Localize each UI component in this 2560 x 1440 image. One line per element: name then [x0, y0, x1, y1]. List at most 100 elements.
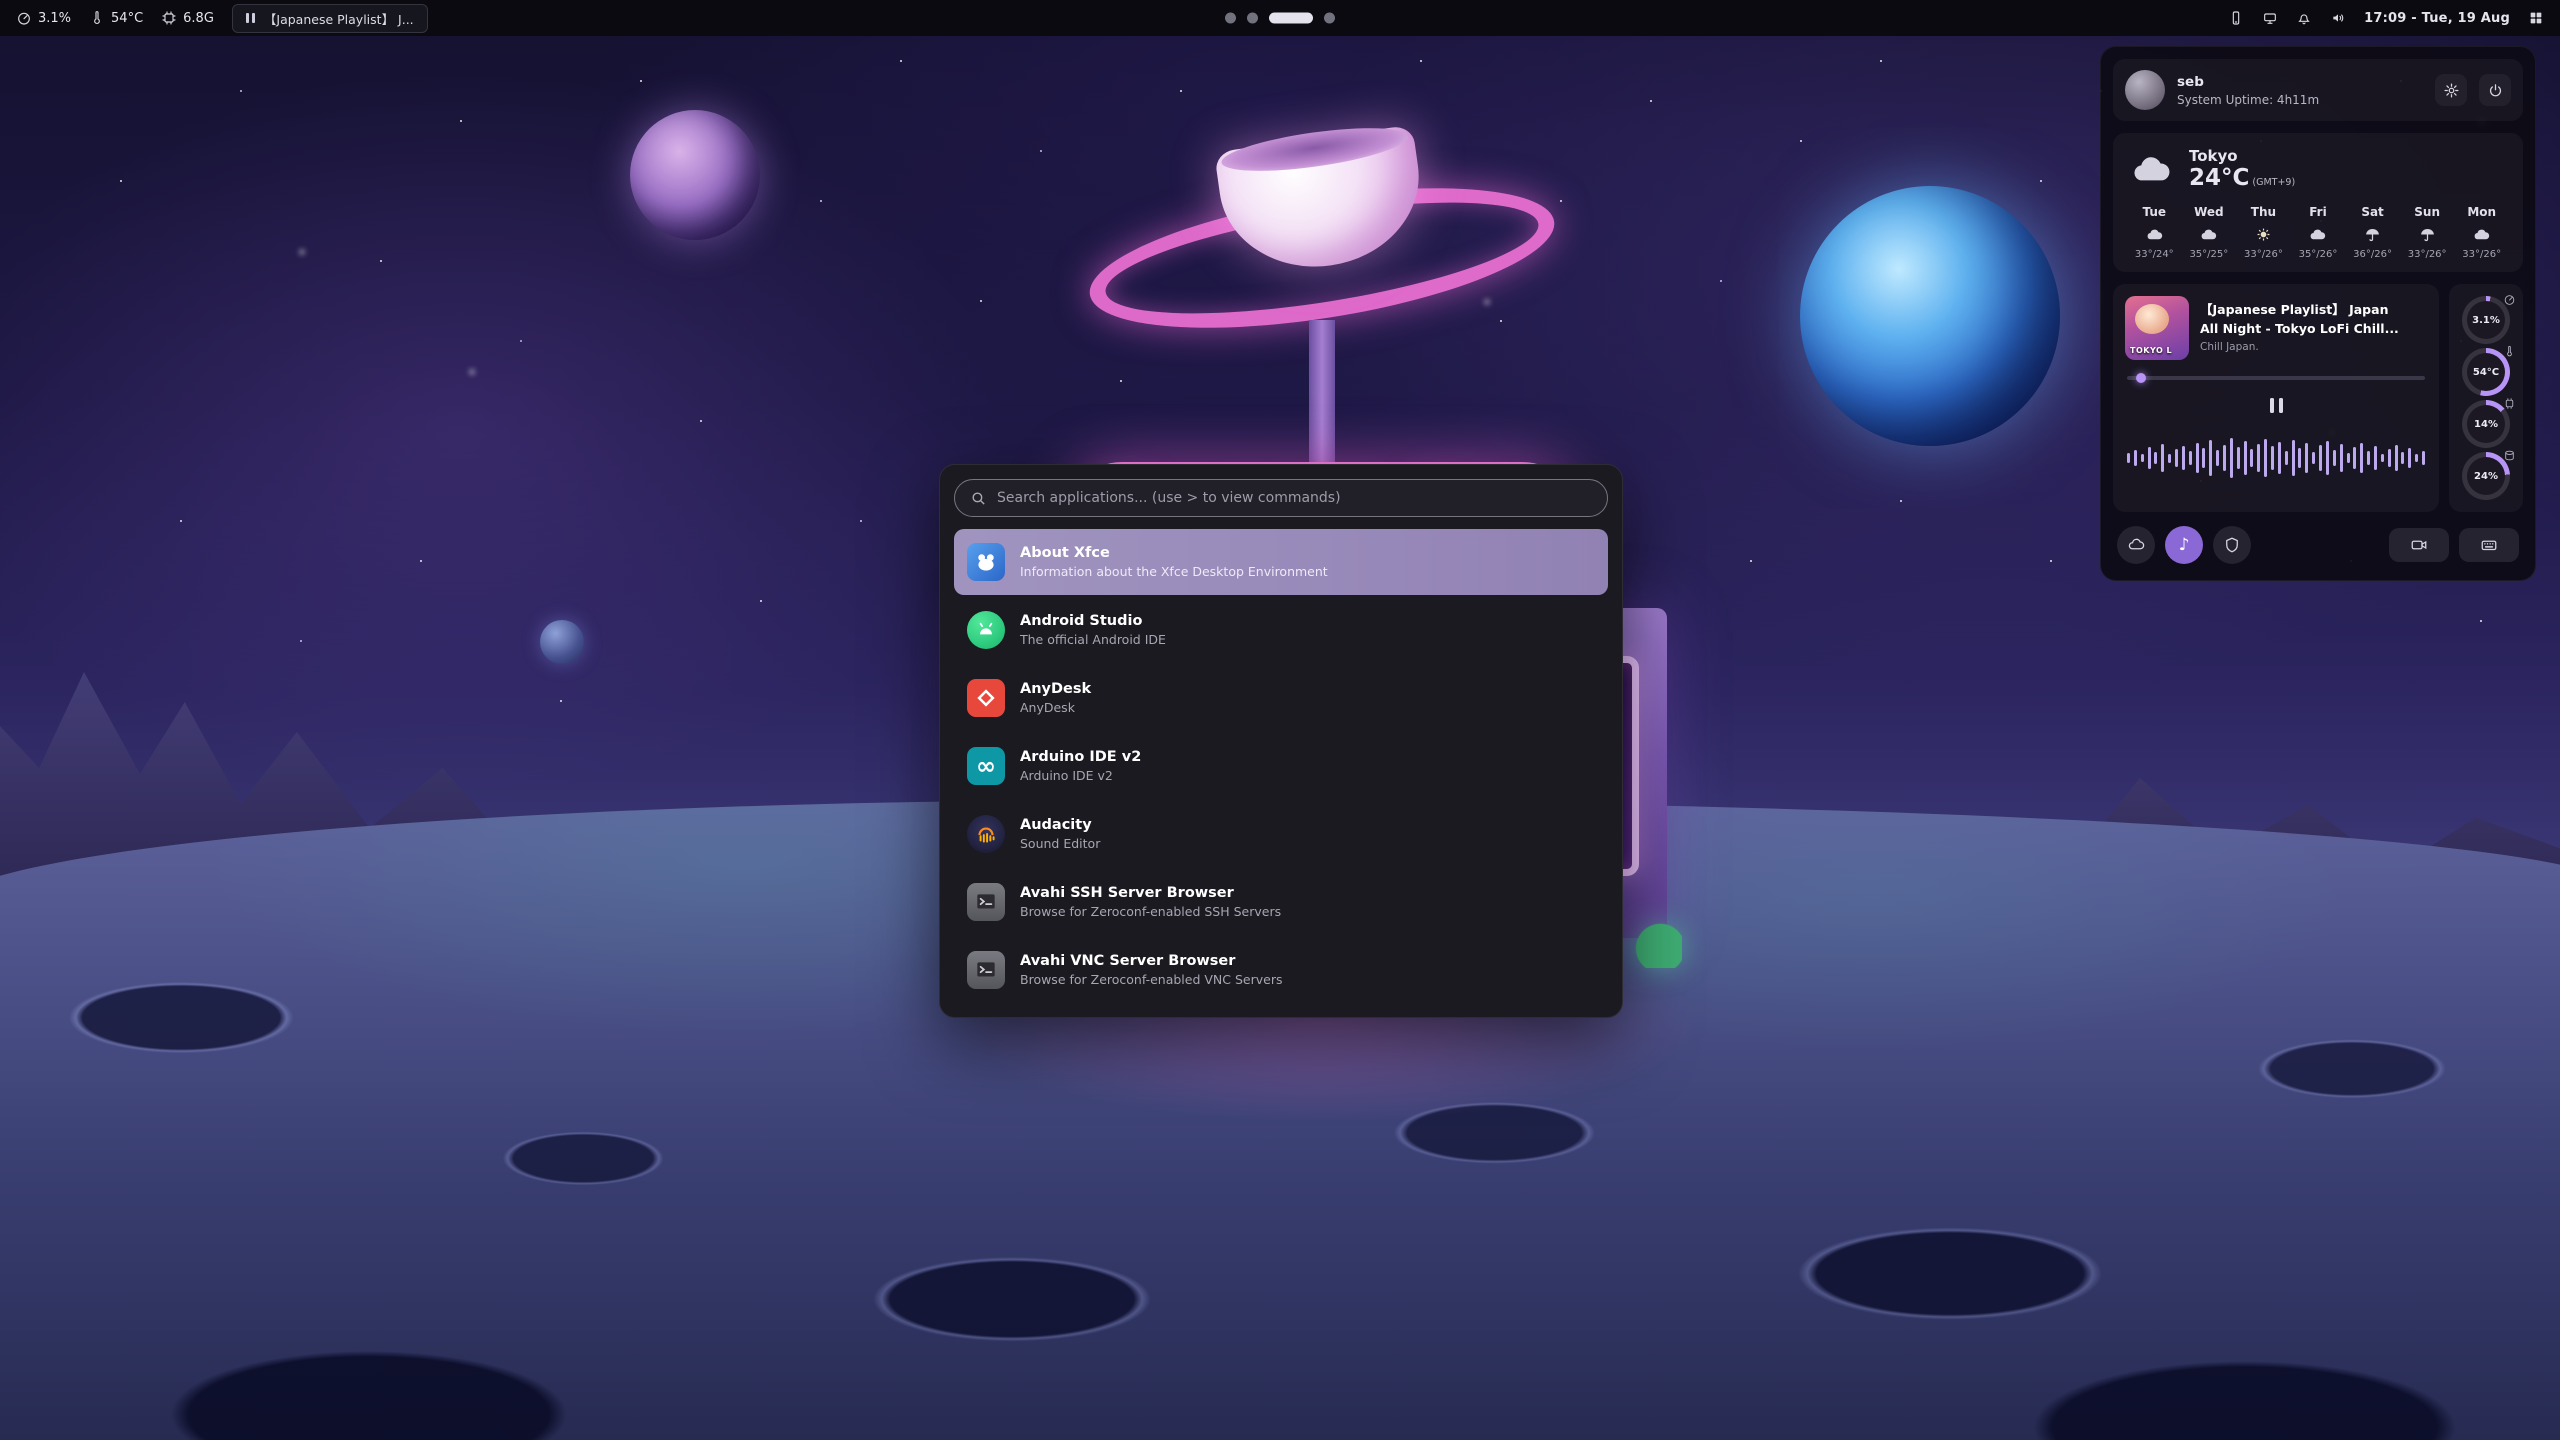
- weather-forecast: Tue 33°/24° Wed 35°/25° Thu 33°/26° Fri …: [2127, 205, 2509, 260]
- workspace-indicator: [1225, 13, 1335, 24]
- visualizer-bar: [2408, 448, 2411, 468]
- search-input[interactable]: [997, 490, 1592, 506]
- visualizer-bar: [2237, 447, 2240, 469]
- workspace-dot-2[interactable]: [1247, 13, 1258, 24]
- power-icon: [2487, 82, 2504, 99]
- screen-record-button[interactable]: [2389, 528, 2449, 562]
- now-playing-pill[interactable]: 【Japanese Playlist】 J...: [232, 4, 428, 33]
- visualizer-bar: [2168, 454, 2171, 463]
- result-audacity[interactable]: Audacity Sound Editor: [954, 801, 1608, 867]
- memory-value: 6.8G: [183, 11, 214, 26]
- cloud-icon: [2127, 536, 2145, 554]
- apps-grid-icon[interactable]: [2528, 10, 2544, 26]
- cpu-stat: 3.1%: [2460, 294, 2512, 346]
- forecast-day: Fri 35°/26°: [2291, 205, 2346, 260]
- visualizer-bar: [2422, 451, 2425, 465]
- visualizer-bar: [2161, 444, 2164, 472]
- album-art: TOKYO L: [2125, 296, 2189, 360]
- weather-toggle-button[interactable]: [2117, 526, 2155, 564]
- avatar: [2125, 70, 2165, 110]
- network-icon[interactable]: [2262, 10, 2278, 26]
- launcher-results: About Xfce Information about the Xfce De…: [954, 529, 1608, 1003]
- visualizer-bar: [2367, 451, 2370, 465]
- result-desc: Information about the Xfce Desktop Envir…: [1020, 564, 1328, 579]
- track-title-line1: 【Japanese Playlist】 Japan: [2200, 299, 2399, 318]
- music-progress-thumb[interactable]: [2136, 373, 2146, 383]
- visualizer-bar: [2347, 453, 2350, 463]
- keyboard-icon: [2480, 536, 2498, 554]
- memory-stat-value: 14%: [2467, 405, 2505, 443]
- music-toggle-button[interactable]: ♪: [2165, 526, 2203, 564]
- xfce-icon: [967, 543, 1005, 581]
- workspace-dot-1[interactable]: [1225, 13, 1236, 24]
- visualizer-bar: [2141, 454, 2144, 462]
- phone-link-icon[interactable]: [2228, 10, 2244, 26]
- visualizer-bar: [2305, 443, 2308, 473]
- clock[interactable]: 17:09 - Tue, 19 Aug: [2364, 11, 2510, 26]
- forecast-day: Thu 33°/26°: [2236, 205, 2291, 260]
- result-desc: Arduino IDE v2: [1020, 768, 1141, 783]
- visualizer-bar: [2340, 444, 2343, 472]
- thermometer-icon: [89, 10, 105, 26]
- visualizer-bar: [2264, 439, 2267, 477]
- track-artist: Chill Japan.: [2200, 341, 2399, 353]
- umbrella-icon: [2400, 226, 2455, 243]
- temp-stat-value: 54°C: [2467, 353, 2505, 391]
- gear-icon: [2443, 82, 2460, 99]
- visualizer-bar: [2250, 449, 2253, 467]
- result-about-xfce[interactable]: About Xfce Information about the Xfce De…: [954, 529, 1608, 595]
- visualizer-bar: [2244, 441, 2247, 475]
- music-progress-slider[interactable]: [2127, 376, 2425, 380]
- visualizer-bar: [2202, 448, 2205, 468]
- video-camera-icon: [2410, 536, 2428, 554]
- workspace-dot-3-active[interactable]: [1269, 13, 1313, 24]
- disk-stat: 24%: [2460, 450, 2512, 502]
- launcher-search[interactable]: [954, 479, 1608, 517]
- uptime-label: System Uptime: 4h11m: [2177, 93, 2423, 107]
- result-name: Android Studio: [1020, 613, 1166, 629]
- app-launcher: About Xfce Information about the Xfce De…: [939, 464, 1623, 1018]
- workspace-dot-4[interactable]: [1324, 13, 1335, 24]
- visualizer-bar: [2182, 446, 2185, 470]
- result-arduino[interactable]: ∞ Arduino IDE v2 Arduino IDE v2: [954, 733, 1608, 799]
- top-panel-right: 17:09 - Tue, 19 Aug: [2228, 10, 2544, 26]
- shield-toggle-button[interactable]: [2213, 526, 2251, 564]
- visualizer-bar: [2209, 440, 2212, 476]
- result-anydesk[interactable]: AnyDesk AnyDesk: [954, 665, 1608, 731]
- settings-button[interactable]: [2435, 74, 2467, 106]
- temp-metric: 54°C: [89, 10, 143, 26]
- visualizer-bar: [2175, 449, 2178, 467]
- shield-icon: [2223, 536, 2241, 554]
- visualizer-bar: [2326, 441, 2329, 475]
- pause-button[interactable]: [2261, 392, 2292, 419]
- cpu-gauge-icon: [16, 10, 32, 26]
- visualizer-bar: [2148, 447, 2151, 469]
- notification-bell-icon[interactable]: [2296, 10, 2312, 26]
- result-avahi-vnc[interactable]: Avahi VNC Server Browser Browse for Zero…: [954, 937, 1608, 1003]
- pause-icon: [246, 13, 255, 23]
- user-card: seb System Uptime: 4h11m: [2113, 59, 2523, 121]
- power-button[interactable]: [2479, 74, 2511, 106]
- forecast-day: Mon 33°/26°: [2454, 205, 2509, 260]
- keyboard-button[interactable]: [2459, 528, 2519, 562]
- result-desc: Browse for Zeroconf-enabled SSH Servers: [1020, 904, 1281, 919]
- visualizer-bar: [2333, 450, 2336, 466]
- username: seb: [2177, 74, 2423, 90]
- track-title-line2: All Night - Tokyo LoFi Chill...: [2200, 321, 2399, 336]
- temp-value: 54°C: [111, 11, 143, 26]
- temp-stat: 54°C: [2460, 346, 2512, 398]
- now-playing-label: 【Japanese Playlist】 J...: [264, 9, 414, 28]
- result-android-studio[interactable]: Android Studio The official Android IDE: [954, 597, 1608, 663]
- result-name: About Xfce: [1020, 545, 1328, 561]
- result-name: Avahi SSH Server Browser: [1020, 885, 1281, 901]
- result-avahi-ssh[interactable]: Avahi SSH Server Browser Browse for Zero…: [954, 869, 1608, 935]
- small-planet: [540, 620, 584, 664]
- cpu-gauge-icon: [2503, 291, 2516, 304]
- visualizer-bar: [2415, 454, 2418, 462]
- visualizer-bar: [2298, 448, 2301, 468]
- volume-icon[interactable]: [2330, 10, 2346, 26]
- umbrella-icon: [2345, 226, 2400, 243]
- visualizer-bar: [2353, 447, 2356, 469]
- visualizer-bar: [2292, 440, 2295, 476]
- system-stats-column: 3.1% 54°C 14% 24%: [2449, 284, 2523, 512]
